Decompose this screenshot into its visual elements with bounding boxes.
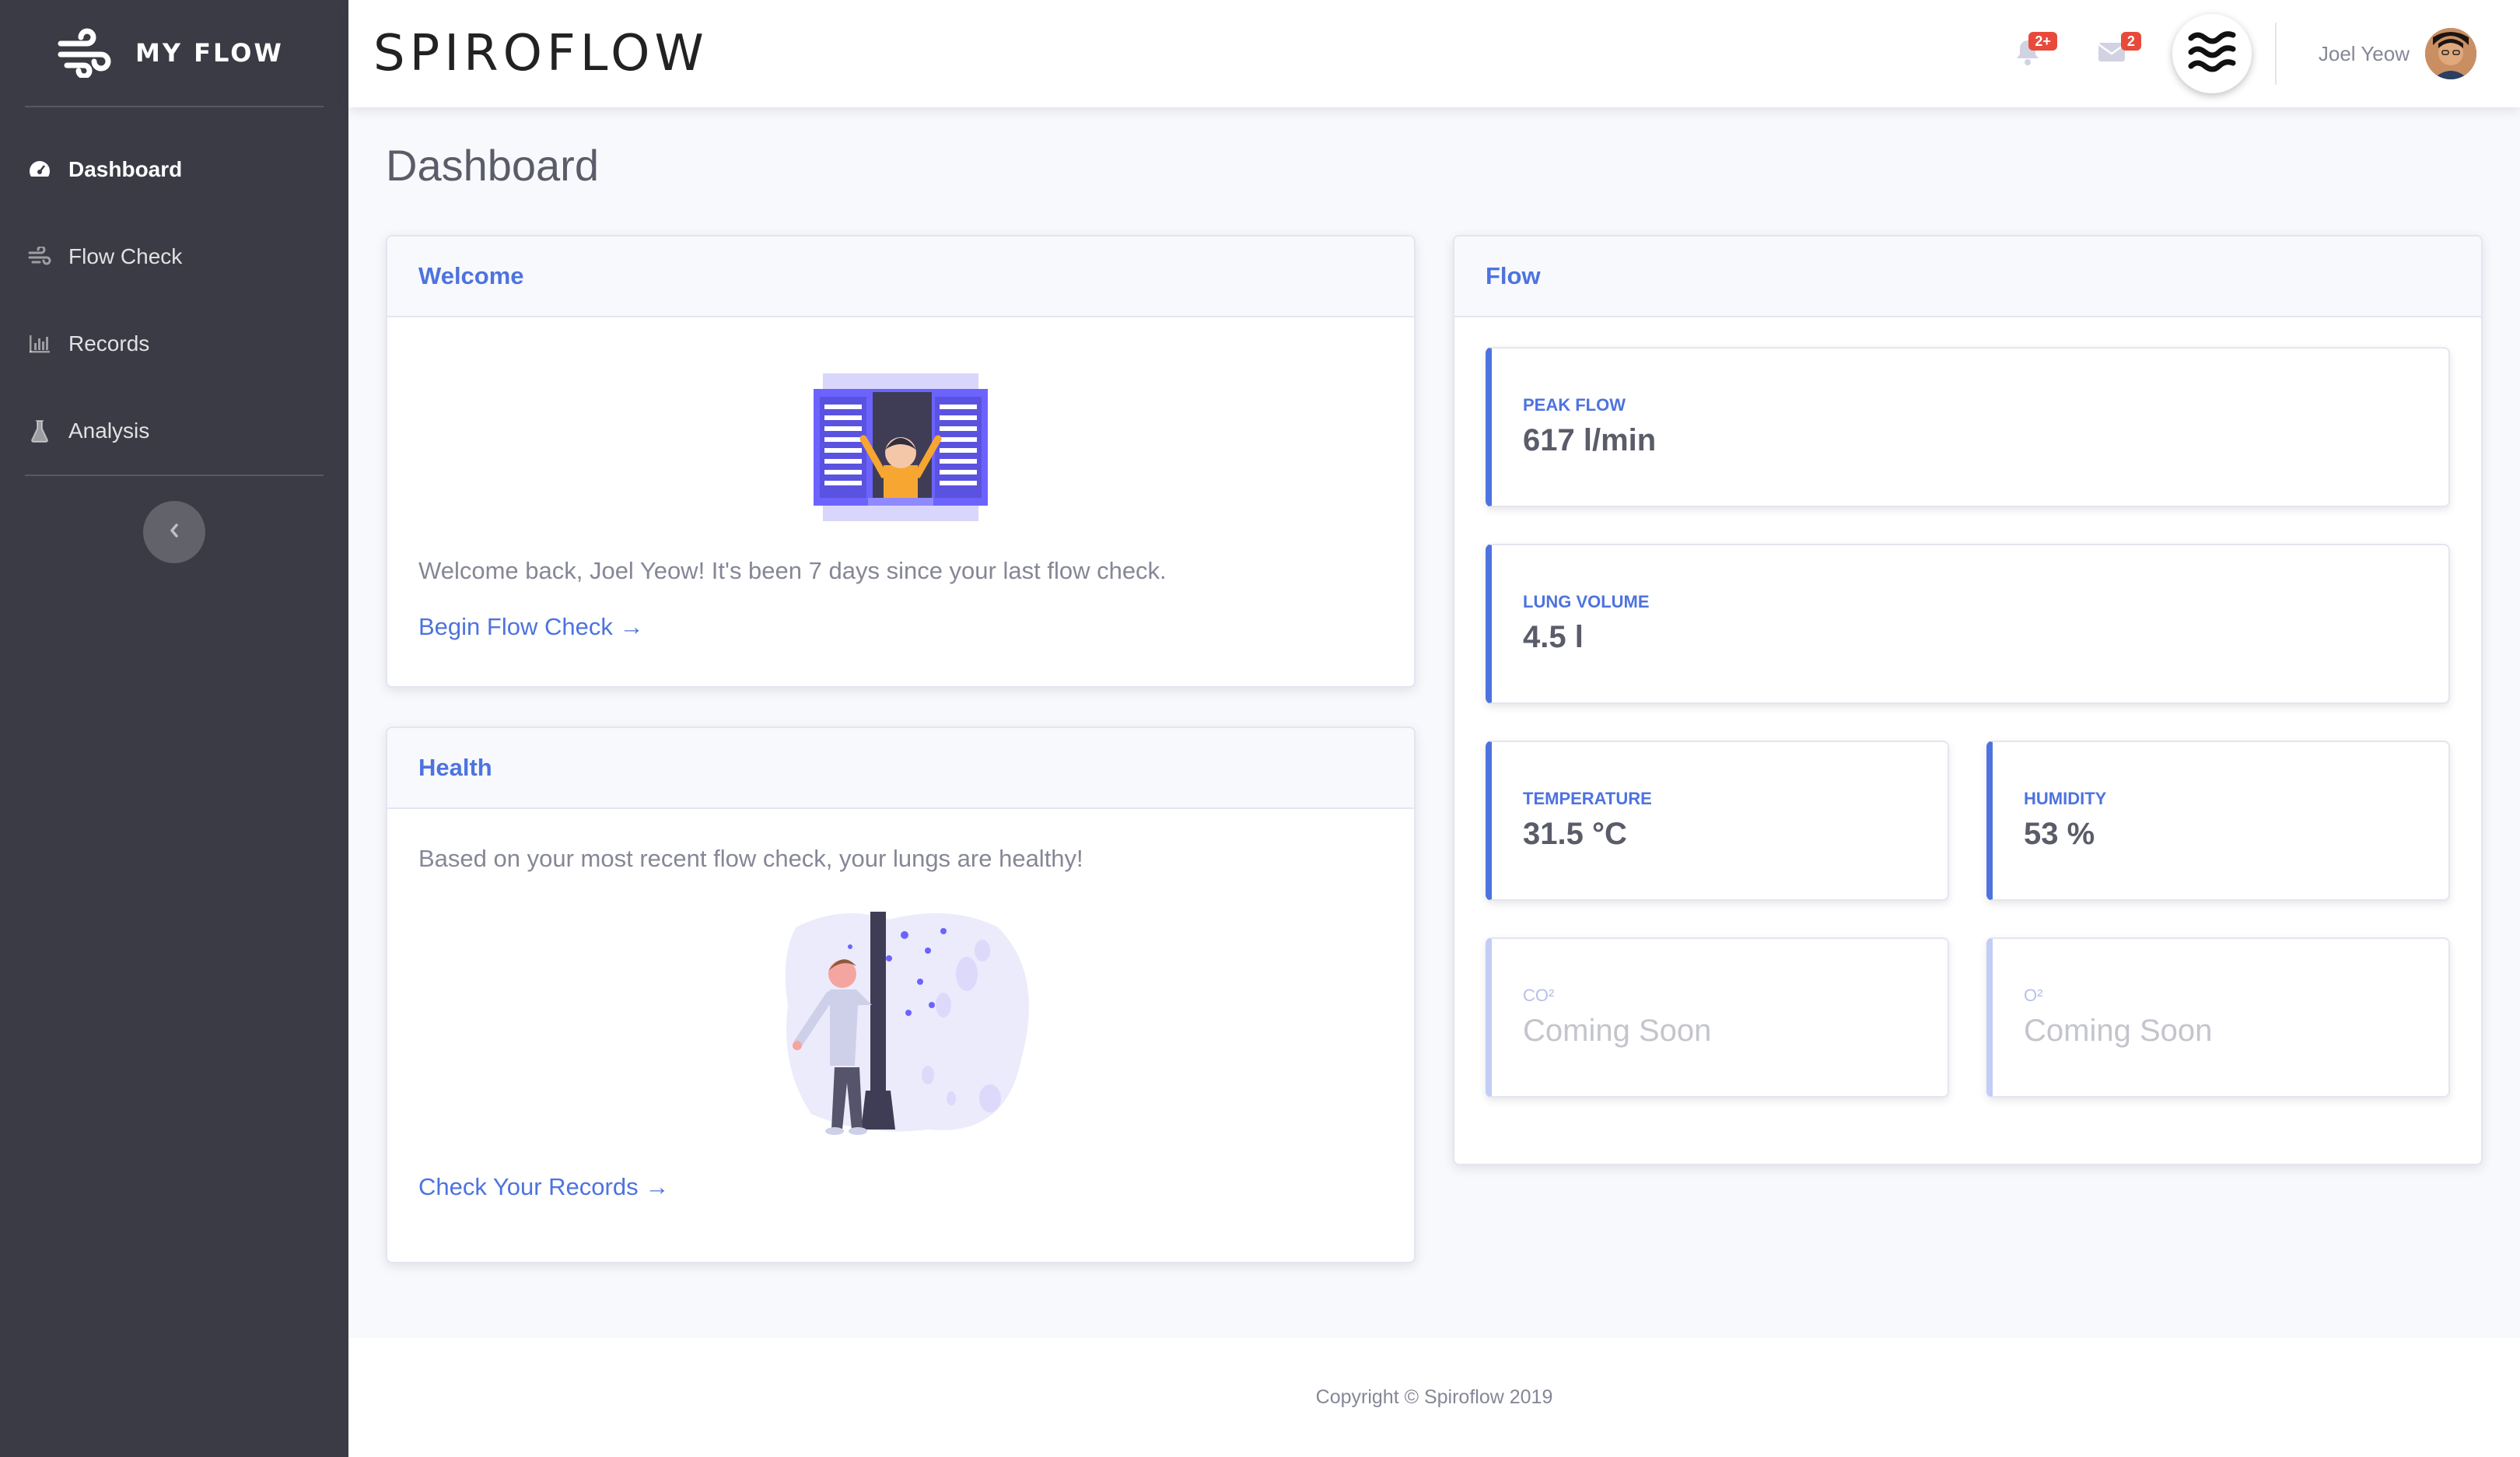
sidebar-item-label: Analysis (68, 419, 150, 443)
welcome-message: Welcome back, Joel Yeow! It's been 7 day… (418, 557, 1167, 584)
healthy-person-illustration (418, 904, 1383, 1137)
stat-label: CO² (1523, 986, 1555, 1005)
flow-card-header: Flow (1454, 236, 2481, 317)
health-card: Health Based on your most recent flow ch… (386, 727, 1416, 1263)
stat-value: Coming Soon (2024, 1014, 2213, 1048)
sidebar-item-label: Records (68, 331, 150, 355)
stat-label: O² (2024, 986, 2043, 1005)
alerts-button[interactable]: 2+ (2004, 30, 2057, 77)
sidebar-item-records[interactable]: Records (0, 300, 348, 387)
check-records-link[interactable]: Check Your Records → (418, 1173, 1383, 1201)
footer: Copyright © Spiroflow 2019 (348, 1338, 2520, 1457)
sidebar-item-dashboard[interactable]: Dashboard (0, 126, 348, 213)
lung-volume-stat: LUNG VOLUME 4.5 l (1486, 544, 2450, 704)
sidebar-item-label: Flow Check (68, 244, 183, 268)
messages-button[interactable]: 2 (2088, 30, 2141, 77)
app-title: SPIROFLOW (373, 25, 709, 82)
tachometer-icon (26, 156, 53, 183)
health-message: Based on your most recent flow check, yo… (418, 845, 1083, 872)
stat-label: LUNG VOLUME (1523, 592, 1650, 611)
stat-label: HUMIDITY (2024, 789, 2107, 808)
stat-label: TEMPERATURE (1523, 789, 1652, 808)
sidebar-divider (25, 475, 324, 476)
copyright-text: Copyright © Spiroflow 2019 (1315, 1386, 1553, 1408)
user-name[interactable]: Joel Yeow (2319, 42, 2410, 66)
stat-value: 31.5 °C (1523, 817, 1627, 851)
sidebar: MY FLOW Dashboard Flow Check Records Ana (0, 0, 348, 1457)
temperature-stat: TEMPERATURE 31.5 °C (1486, 741, 1949, 901)
health-card-header: Health (387, 728, 1414, 809)
waves-icon (2186, 29, 2238, 79)
window-illustration (418, 373, 1383, 521)
wind-logo-icon (56, 28, 114, 79)
begin-flow-check-link[interactable]: Begin Flow Check → (418, 613, 1383, 641)
stat-value: 617 l/min (1523, 423, 1657, 457)
brand-name: MY FLOW (135, 38, 284, 68)
stat-value: 4.5 l (1523, 620, 1584, 654)
sidebar-item-label: Dashboard (68, 157, 183, 181)
humidity-stat: HUMIDITY 53 % (1986, 741, 2450, 901)
o2-stat: O² Coming Soon (1986, 937, 2450, 1098)
stat-value: Coming Soon (1523, 1014, 1712, 1048)
messages-badge: 2 (2120, 32, 2141, 51)
topbar: SPIROFLOW 2+ 2 Joel Yeow (348, 0, 2520, 107)
welcome-card: Welcome Welcome back, Joel Yeow! It's be… (386, 235, 1416, 688)
flask-icon (26, 418, 53, 444)
sidebar-item-analysis[interactable]: Analysis (0, 387, 348, 475)
alerts-badge: 2+ (2028, 32, 2057, 51)
topbar-divider (2274, 23, 2277, 85)
stat-label: PEAK FLOW (1523, 395, 1626, 415)
bar-chart-icon (26, 331, 53, 357)
sidebar-toggle-button[interactable] (143, 501, 205, 563)
welcome-card-header: Welcome (387, 236, 1414, 317)
peak-flow-stat: PEAK FLOW 617 l/min (1486, 347, 2450, 507)
avatar[interactable] (2425, 28, 2476, 79)
sidebar-brand[interactable]: MY FLOW (0, 0, 348, 106)
spiroflow-logo[interactable] (2172, 14, 2252, 93)
page-title: Dashboard (386, 141, 599, 190)
wind-icon (26, 243, 53, 270)
sidebar-item-flow-check[interactable]: Flow Check (0, 213, 348, 300)
co2-stat: CO² Coming Soon (1486, 937, 1949, 1098)
chevron-left-icon (168, 522, 180, 543)
stat-value: 53 % (2024, 817, 2095, 851)
